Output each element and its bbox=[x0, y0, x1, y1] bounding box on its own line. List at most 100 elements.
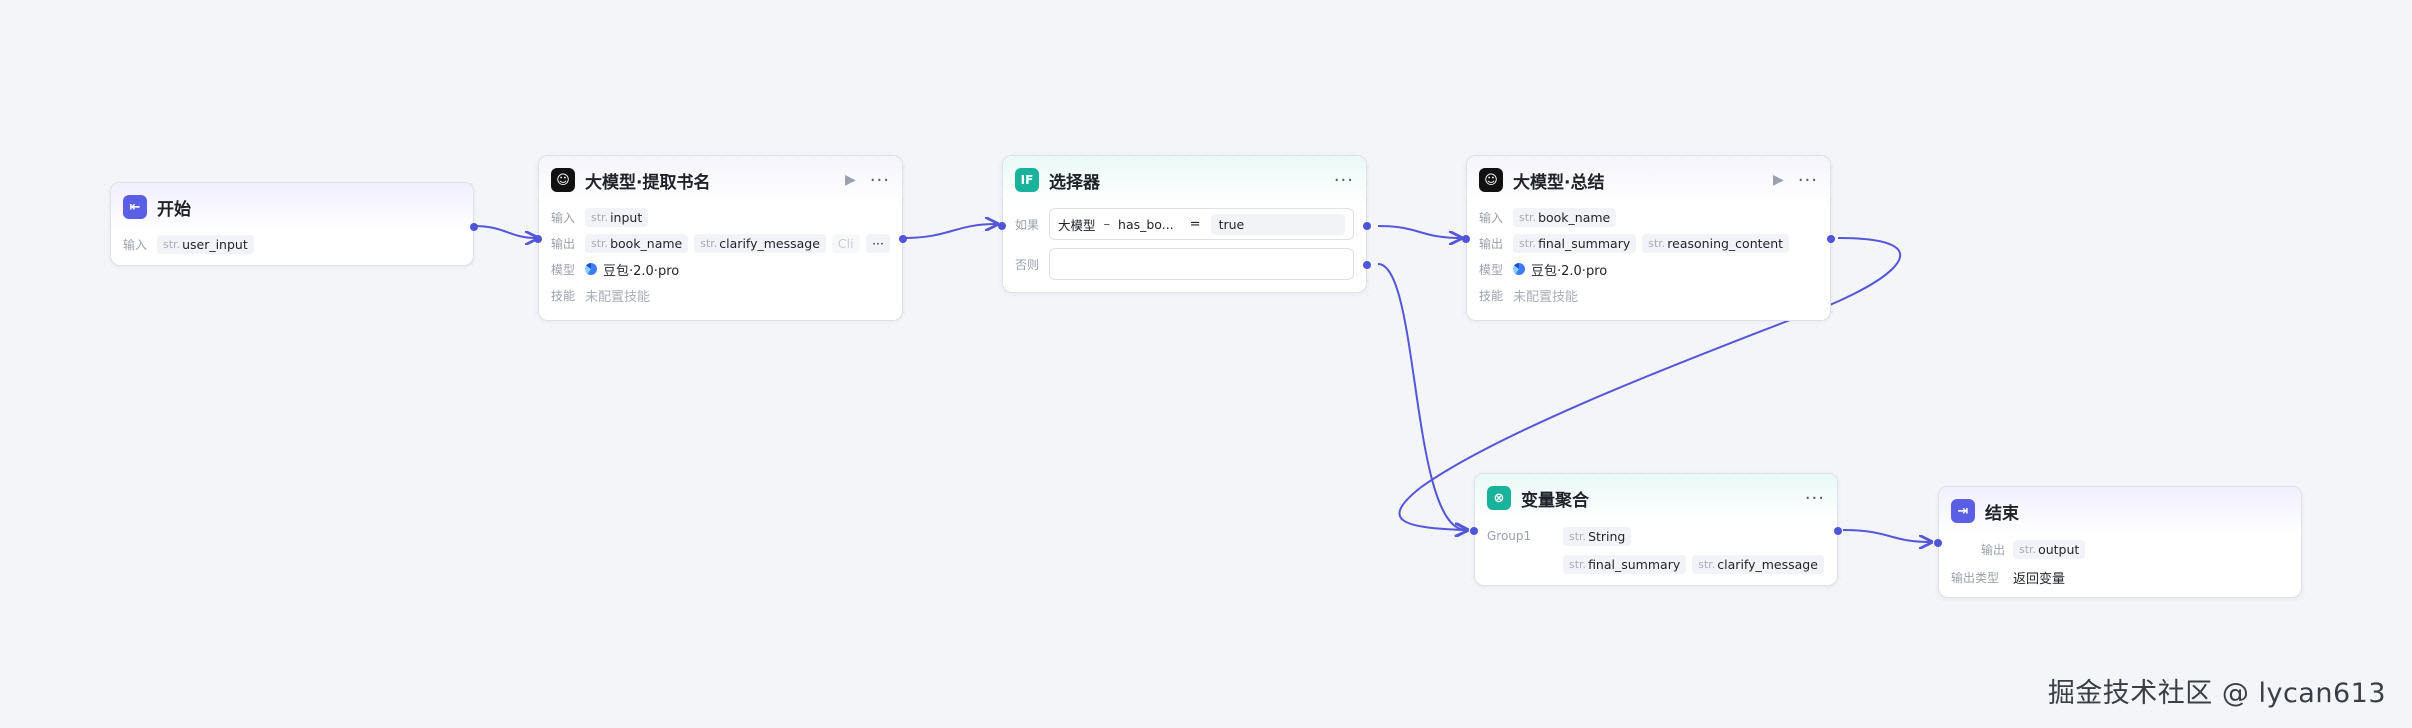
start-node-title: 开始 bbox=[157, 199, 191, 220]
cond-operator: = bbox=[1189, 216, 1201, 232]
llm-extract-node[interactable]: ☺ 大模型·提取书名 ▶ ··· 输入 str. input 输出 str. boo… bbox=[534, 155, 907, 321]
llm-summary-output-port[interactable] bbox=[1827, 235, 1835, 243]
selector-if-port[interactable] bbox=[1363, 222, 1371, 230]
end-node[interactable]: ⇥ 结束 输出 str. output 输出类型 返回变量 bbox=[1934, 486, 2302, 598]
output-label: 输出 bbox=[1479, 236, 1504, 251]
skill-label: 技能 bbox=[1479, 288, 1504, 303]
play-icon[interactable]: ▶ bbox=[845, 172, 856, 188]
start-icon: ⇤ bbox=[123, 195, 147, 219]
edge-aggregate-end bbox=[1842, 529, 1930, 542]
model-name: 豆包·2.0·pro bbox=[1531, 263, 1608, 279]
selector-else-row: 否则 bbox=[1003, 244, 1366, 284]
aggregate-input-port[interactable] bbox=[1470, 527, 1478, 535]
llm-extract-input-port[interactable] bbox=[534, 235, 542, 243]
more-icon[interactable]: ··· bbox=[870, 170, 890, 191]
llm-summary-output-row: 输出 str. final_summary str. reasoning_conte… bbox=[1467, 230, 1830, 256]
selector-else-port[interactable] bbox=[1363, 261, 1371, 269]
output-var: str. reasoning_content bbox=[1642, 233, 1790, 253]
output-var: str. book_name bbox=[585, 233, 689, 253]
input-label: 输入 bbox=[551, 210, 576, 225]
llm-summary-input-port[interactable] bbox=[1462, 235, 1470, 243]
output-type-label: 输出类型 bbox=[1951, 570, 2000, 585]
more-icon[interactable]: ··· bbox=[1805, 488, 1825, 509]
llm-extract-title: 大模型·提取书名 bbox=[585, 172, 711, 193]
start-input-var: str. user_input bbox=[157, 234, 254, 254]
start-input-row: 输入 str. user_input bbox=[111, 231, 473, 257]
doubao-model-icon bbox=[1513, 263, 1525, 275]
watermark: 掘金技术社区 @ lycan613 bbox=[2047, 678, 2386, 709]
end-title: 结束 bbox=[1985, 503, 2019, 524]
output-label: 输出 bbox=[1980, 542, 2005, 557]
llm-icon: ☺ bbox=[551, 168, 575, 192]
llm-summary-model-row: 模型 豆包·2.0·pro bbox=[1467, 256, 1830, 282]
else-condition[interactable] bbox=[1049, 248, 1354, 280]
end-output-type-row: 输出类型 返回变量 bbox=[1939, 563, 2301, 591]
aggregate-node[interactable]: ⊗ 变量聚合 ··· Group1 str. String str. final_s… bbox=[1470, 473, 1842, 586]
output-var-overflow: Cli bbox=[831, 233, 860, 253]
selector-header: IF 选择器 ··· bbox=[1003, 156, 1366, 204]
more-outputs-icon[interactable]: ··· bbox=[866, 233, 890, 253]
output-var: str. final_summary bbox=[1513, 233, 1637, 253]
aggregate-var: str. final_summary bbox=[1563, 554, 1687, 574]
llm-extract-header: ☺ 大模型·提取书名 ▶ ··· bbox=[539, 156, 902, 204]
aggregate-icon: ⊗ bbox=[1487, 486, 1511, 510]
edge-selector-llm2 bbox=[1377, 225, 1460, 238]
llm-summary-node[interactable]: ☺ 大模型·总结 ▶ ··· 输入 str. book_name 输出 str. f… bbox=[1462, 155, 1835, 321]
group-type: str. String bbox=[1563, 526, 1632, 546]
doubao-model-icon bbox=[585, 263, 597, 275]
llm-extract-skill-row: 技能 未配置技能 bbox=[539, 282, 902, 308]
llm-summary-title: 大模型·总结 bbox=[1513, 172, 1605, 193]
end-input-port[interactable] bbox=[1934, 539, 1942, 547]
output-type-value: 返回变量 bbox=[2013, 571, 2066, 587]
output-var: str. output bbox=[2013, 539, 2086, 559]
more-icon[interactable]: ··· bbox=[1798, 170, 1818, 191]
output-label: 输出 bbox=[551, 236, 576, 251]
end-header: ⇥ 结束 bbox=[1939, 487, 2301, 535]
start-node-header: ⇤ 开始 bbox=[111, 183, 473, 231]
selector-input-port[interactable] bbox=[998, 222, 1006, 230]
model-label: 模型 bbox=[551, 262, 576, 277]
llm-icon: ☺ bbox=[1479, 168, 1503, 192]
more-icon[interactable]: ··· bbox=[1334, 170, 1354, 191]
else-label: 否则 bbox=[1015, 257, 1040, 272]
skill-label: 技能 bbox=[551, 288, 576, 303]
end-output-row: 输出 str. output bbox=[1939, 535, 2301, 563]
aggregate-header: ⊗ 变量聚合 ··· bbox=[1475, 474, 1837, 522]
cond-separator: – bbox=[1103, 216, 1111, 232]
selector-title: 选择器 bbox=[1049, 172, 1100, 193]
aggregate-var: str. clarify_message bbox=[1692, 554, 1824, 574]
workflow-edges bbox=[473, 0, 2412, 728]
llm-summary-skill-row: 技能 未配置技能 bbox=[1467, 282, 1830, 308]
aggregate-title: 变量聚合 bbox=[1521, 490, 1589, 511]
edge-selector-aggregate bbox=[1377, 263, 1466, 530]
skill-value: 未配置技能 bbox=[585, 289, 651, 305]
input-var: str. input bbox=[585, 207, 649, 227]
model-name: 豆包·2.0·pro bbox=[603, 263, 680, 279]
llm-summary-header: ☺ 大模型·总结 ▶ ··· bbox=[1467, 156, 1830, 204]
llm-extract-input-row: 输入 str. input bbox=[539, 204, 902, 230]
cond-variable: has_bo... bbox=[1118, 216, 1174, 232]
input-var: str. book_name bbox=[1513, 207, 1617, 227]
start-input-label: 输入 bbox=[123, 237, 148, 252]
selector-if-row: 如果 大模型 – has_bo... = true bbox=[1003, 204, 1366, 244]
if-icon: IF bbox=[1015, 168, 1039, 192]
llm-summary-input-row: 输入 str. book_name bbox=[1467, 204, 1830, 230]
aggregate-output-port[interactable] bbox=[1834, 527, 1842, 535]
input-label: 输入 bbox=[1479, 210, 1504, 225]
llm-extract-model-row: 模型 豆包·2.0·pro bbox=[539, 256, 902, 282]
start-node[interactable]: ⇤ 开始 输入 str. user_input bbox=[110, 182, 478, 266]
model-label: 模型 bbox=[1479, 262, 1504, 277]
start-output-port[interactable] bbox=[470, 223, 478, 231]
play-icon[interactable]: ▶ bbox=[1773, 172, 1784, 188]
skill-value: 未配置技能 bbox=[1513, 289, 1579, 305]
if-condition[interactable]: 大模型 – has_bo... = true bbox=[1049, 208, 1354, 240]
aggregate-group-row: Group1 str. String bbox=[1475, 522, 1837, 550]
selector-node[interactable]: IF 选择器 ··· 如果 大模型 – has_bo... = true 否则 bbox=[998, 155, 1371, 293]
edge-start-llm1 bbox=[473, 225, 536, 238]
if-label: 如果 bbox=[1015, 217, 1040, 232]
cond-source: 大模型 bbox=[1058, 217, 1096, 233]
output-var: str. clarify_message bbox=[694, 233, 826, 253]
end-icon: ⇥ bbox=[1951, 499, 1975, 523]
edge-llm1-selector bbox=[902, 224, 996, 239]
llm-extract-output-port[interactable] bbox=[899, 235, 907, 243]
